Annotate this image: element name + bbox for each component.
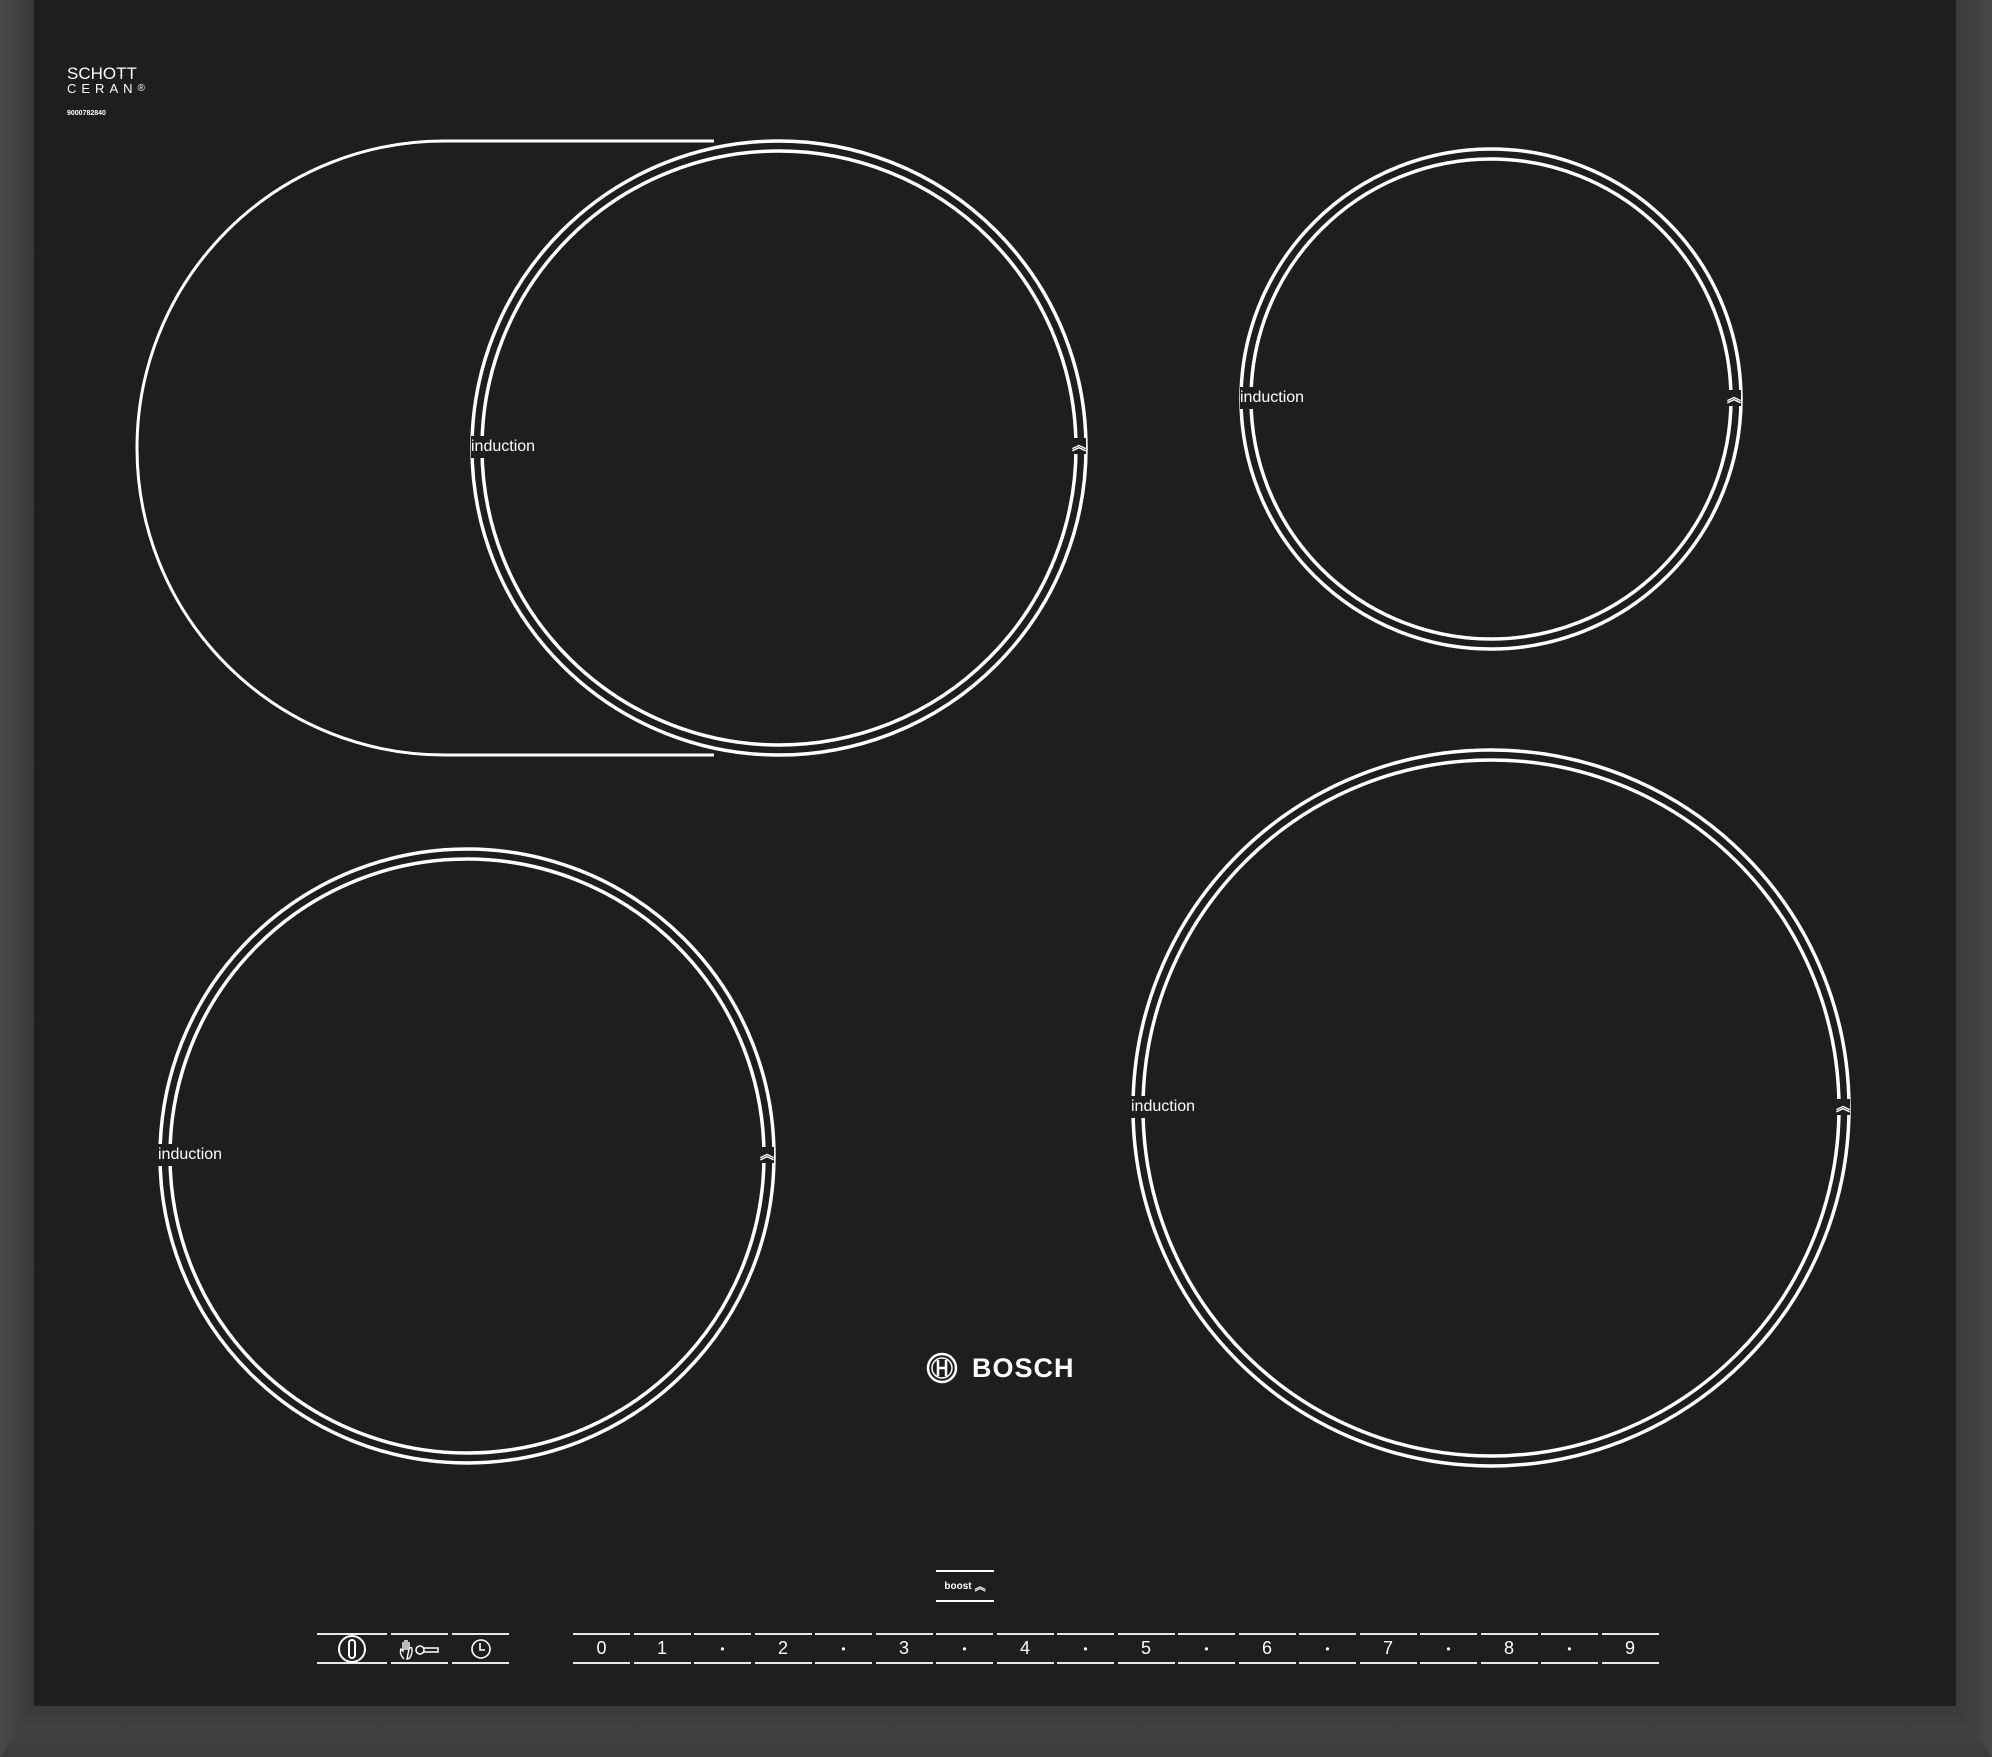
registered-mark: ® [137,83,145,94]
schott-text: SCHOTT [67,64,137,83]
power-level-intermediate[interactable]: • [815,1633,872,1664]
clock-icon [470,1638,491,1659]
power-level-intermediate[interactable]: • [1299,1633,1356,1664]
hand-key-icon [399,1639,439,1660]
zone-outer-ring [470,139,1088,757]
power-level-7[interactable]: 7 [1359,1633,1417,1664]
zone-inner-ring [480,149,1078,747]
power-level-0[interactable]: 0 [573,1633,630,1664]
power-level-5[interactable]: 5 [1117,1633,1175,1664]
boost-button[interactable]: boost ︽ [936,1570,994,1602]
double-chevron-up-icon: ︽ [974,1581,986,1593]
power-level-intermediate[interactable]: • [1178,1633,1235,1664]
main-switch-button[interactable] [317,1633,387,1664]
zone-label-front-left: induction [158,1144,223,1166]
double-chevron-up-icon: ︽ [1072,438,1086,454]
zone-front-left-rings [158,847,776,1465]
double-chevron-up-icon: ︽ [760,1147,774,1163]
power-level-4[interactable]: 4 [996,1633,1054,1664]
power-level-intermediate[interactable]: • [1420,1633,1477,1664]
double-chevron-up-icon: ︽ [1836,1099,1850,1115]
flex-zone-extension-outline [135,139,714,757]
zone-outer-ring [1239,147,1743,651]
double-chevron-up-icon: ︽ [1727,390,1741,406]
zone-label-rear-right: induction [1240,387,1305,409]
serial-number: 9000782840 [67,110,106,117]
power-level-intermediate[interactable]: • [1541,1633,1598,1664]
zone-outer-ring [1131,748,1851,1468]
brand-name: BOSCH [972,1352,1075,1383]
bosch-logo: BOSCH [926,1352,1075,1384]
bosch-armature-icon [926,1352,958,1384]
zone-rear-left-rings [470,139,1088,757]
power-icon [338,1634,366,1663]
zone-label-front-right: induction [1131,1096,1196,1118]
cooking-zones [135,139,1851,1468]
power-level-1[interactable]: 1 [633,1633,691,1664]
zone-front-right-rings [1131,748,1851,1468]
power-level-intermediate[interactable]: • [1057,1633,1114,1664]
zone-rear-right-rings [1239,147,1743,651]
zone-inner-ring [1249,157,1733,641]
power-level-2[interactable]: 2 [754,1633,812,1664]
power-level-intermediate[interactable]: • [936,1633,993,1664]
child-lock-button[interactable] [391,1633,448,1664]
power-level-8[interactable]: 8 [1480,1633,1538,1664]
schott-ceran-logo: SCHOTT CERAN® [67,64,145,96]
ceran-text: CERAN [67,81,138,96]
zone-label-rear-left: induction [471,436,536,458]
power-level-3[interactable]: 3 [875,1633,933,1664]
zone-outer-ring [158,847,776,1465]
power-level-6[interactable]: 6 [1238,1633,1296,1664]
zone-inner-ring [1141,758,1841,1458]
boost-label: boost [944,1580,972,1592]
zone-inner-ring [168,857,766,1455]
timer-button[interactable] [452,1633,509,1664]
power-level-intermediate[interactable]: • [694,1633,751,1664]
power-level-9[interactable]: 9 [1601,1633,1659,1664]
